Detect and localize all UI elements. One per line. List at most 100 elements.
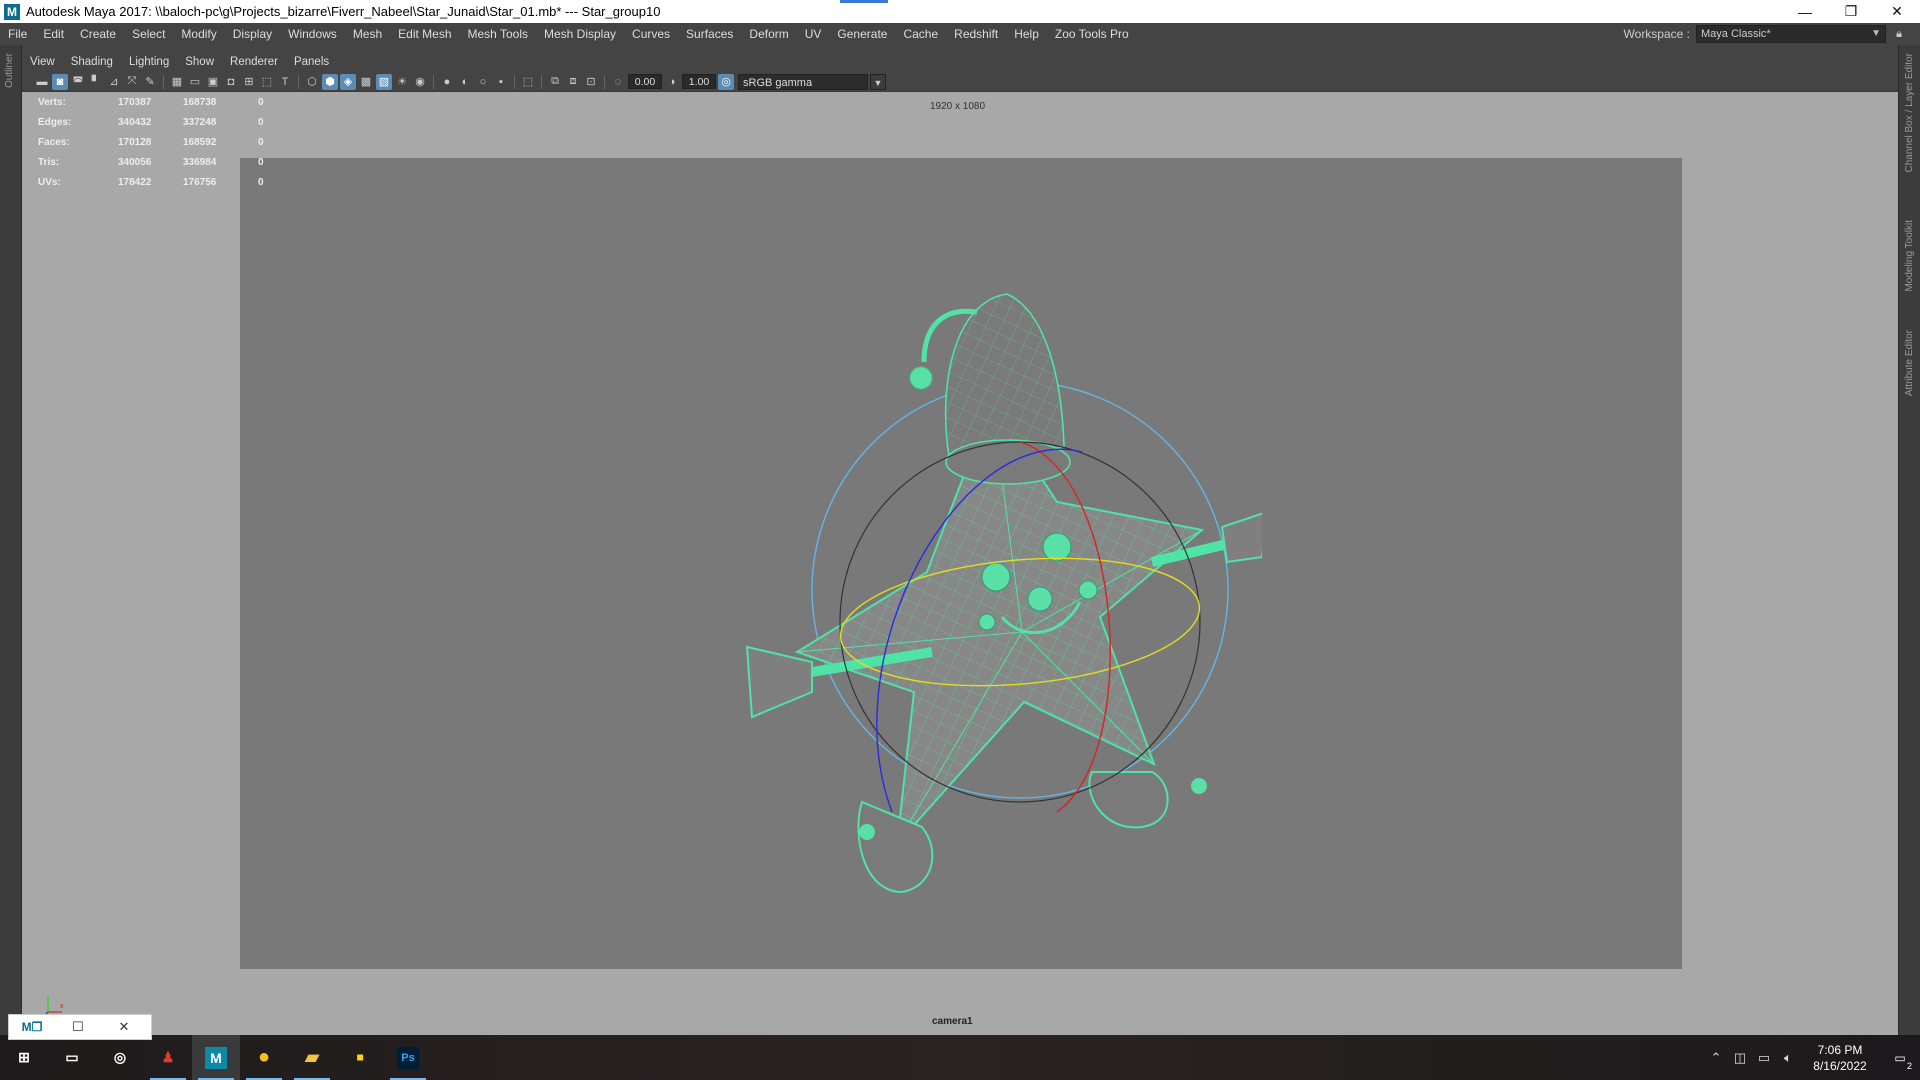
panel-menu-view[interactable]: View xyxy=(22,53,63,72)
panel-menu-panels[interactable]: Panels xyxy=(286,53,337,72)
chevron-down-icon[interactable]: ▼ xyxy=(870,73,886,90)
menu-file[interactable]: File xyxy=(0,23,35,45)
menu-edit[interactable]: Edit xyxy=(35,23,72,45)
svg-text:x: x xyxy=(60,1003,64,1010)
grid-icon[interactable]: ▦ xyxy=(169,74,185,90)
maya-logo-icon[interactable]: M❐ xyxy=(9,1014,55,1040)
xray-joints-icon[interactable]: ⧉ xyxy=(547,74,563,90)
image-plane-icon[interactable]: ⊿ xyxy=(106,74,122,90)
safe-title-icon[interactable]: T xyxy=(277,74,293,90)
attribute-editor-tab[interactable]: Attribute Editor xyxy=(1904,330,1915,396)
gamma-field[interactable]: 1.00 xyxy=(682,74,716,89)
toolbar-separator xyxy=(298,74,299,89)
menu-select[interactable]: Select xyxy=(124,23,173,45)
gamma-icon[interactable]: ◑ xyxy=(664,74,680,90)
star-character-model[interactable] xyxy=(702,272,1262,952)
wireframe-on-shaded-icon[interactable]: ◈ xyxy=(340,73,356,90)
outliner-tab[interactable]: Outliner xyxy=(4,53,15,88)
menu-zoo-tools-pro[interactable]: Zoo Tools Pro xyxy=(1047,23,1137,45)
color-management-icon[interactable]: ◎ xyxy=(718,73,734,90)
menu-modify[interactable]: Modify xyxy=(173,23,224,45)
viewport-persp[interactable]: Verts: 170387 168738 0 Edges: 340432 337… xyxy=(22,92,1898,1035)
menu-help[interactable]: Help xyxy=(1006,23,1047,45)
gate-mask-icon[interactable]: ◘ xyxy=(223,74,239,90)
task-view-button[interactable]: ▭ xyxy=(48,1035,96,1080)
use-all-lights-icon[interactable]: ☀ xyxy=(394,74,410,90)
photoshop-icon: Ps xyxy=(397,1046,419,1069)
hud-label: UVs: xyxy=(38,176,61,188)
maya-window: M Autodesk Maya 2017: \\baloch-pc\g\Proj… xyxy=(0,0,1920,1080)
toolbar-separator xyxy=(604,74,605,89)
modeling-toolkit-tab[interactable]: Modeling Toolkit xyxy=(1904,220,1915,292)
xray-active-icon[interactable]: ⧈ xyxy=(565,74,581,90)
anti-aliasing-icon[interactable]: ○ xyxy=(475,74,491,90)
start-button[interactable]: ⊞ xyxy=(0,1035,48,1080)
exposure-field[interactable]: 0.00 xyxy=(628,74,662,89)
depth-of-field-icon[interactable]: ▪ xyxy=(493,74,509,90)
wireframe-icon[interactable]: ⬡ xyxy=(304,74,320,90)
view-transform-dropdown[interactable]: sRGB gamma xyxy=(738,73,868,90)
menu-windows[interactable]: Windows xyxy=(280,23,345,45)
menu-mesh-tools[interactable]: Mesh Tools xyxy=(460,23,536,45)
lock-icon[interactable]: 🔒︎ xyxy=(1892,27,1906,41)
menu-cache[interactable]: Cache xyxy=(895,23,946,45)
exposure-icon[interactable]: ◌ xyxy=(610,74,626,90)
menu-deform[interactable]: Deform xyxy=(741,23,796,45)
meet-now-icon[interactable]: ◫ xyxy=(1728,1035,1752,1080)
minimize-button[interactable]: — xyxy=(1782,0,1828,23)
panel-menu-show[interactable]: Show xyxy=(177,53,222,72)
clock[interactable]: 7:06 PM 8/16/2022 xyxy=(1800,1042,1880,1074)
taskbar-photoshop[interactable]: Ps xyxy=(384,1035,432,1080)
hud-value: 0 xyxy=(258,156,264,168)
taskbar-file-explorer[interactable]: ▰ xyxy=(288,1035,336,1080)
panel-menu-lighting[interactable]: Lighting xyxy=(121,53,177,72)
motion-blur-icon[interactable]: ◐ xyxy=(457,74,473,90)
field-chart-icon[interactable]: ⊞ xyxy=(241,74,257,90)
menu-redshift[interactable]: Redshift xyxy=(946,23,1006,45)
textured-icon[interactable]: ▩ xyxy=(358,74,374,90)
film-gate-icon[interactable]: ▭ xyxy=(187,74,203,90)
panel-menu-shading[interactable]: Shading xyxy=(63,53,121,72)
select-camera-icon[interactable]: ▬ xyxy=(34,74,50,90)
channel-box-tab[interactable]: Channel Box / Layer Editor xyxy=(1904,53,1915,173)
resolution-gate-icon[interactable]: ▣ xyxy=(205,74,221,90)
taskbar-maya[interactable]: M xyxy=(192,1035,240,1080)
bookmark-camera-icon[interactable]: ◚ xyxy=(70,74,86,90)
network-icon[interactable]: ▭ xyxy=(1752,1035,1776,1080)
taskbar-chrome[interactable]: ● xyxy=(240,1035,288,1080)
chevron-up-icon[interactable]: ⌃ xyxy=(1704,1035,1728,1080)
backface-culling-icon[interactable]: ⊡ xyxy=(583,74,599,90)
2d-pan-zoom-icon[interactable]: ⤧ xyxy=(124,74,140,90)
menu-display[interactable]: Display xyxy=(225,23,280,45)
isolate-select-icon[interactable]: ⬚ xyxy=(520,74,536,90)
close-button[interactable]: ✕ xyxy=(1874,0,1920,23)
restore-button[interactable]: ❐ xyxy=(1828,0,1874,23)
menu-create[interactable]: Create xyxy=(72,23,124,45)
hud-label: Edges: xyxy=(38,116,72,128)
menu-generate[interactable]: Generate xyxy=(829,23,895,45)
notification-center-button[interactable]: ▭ 2 xyxy=(1880,1035,1920,1080)
volume-icon[interactable]: 🔈︎ xyxy=(1776,1035,1800,1080)
menu-uv[interactable]: UV xyxy=(797,23,830,45)
taskbar-sticky-notes[interactable]: ▪ xyxy=(336,1035,384,1080)
safe-action-icon[interactable]: ⬚ xyxy=(259,74,275,90)
close-button[interactable]: ✕ xyxy=(101,1014,147,1040)
camera-attributes-icon[interactable]: ◙ xyxy=(52,73,68,90)
menu-edit-mesh[interactable]: Edit Mesh xyxy=(390,23,459,45)
search-button[interactable]: ◎ xyxy=(96,1035,144,1080)
panel-menu-renderer[interactable]: Renderer xyxy=(222,53,286,72)
menu-surfaces[interactable]: Surfaces xyxy=(678,23,741,45)
ambient-occlusion-icon[interactable]: ● xyxy=(439,74,455,90)
workspace-dropdown[interactable]: Maya Classic* ▼ xyxy=(1696,25,1886,43)
smooth-shade-icon[interactable]: ⬢ xyxy=(322,73,338,90)
shadows-icon[interactable]: ◉ xyxy=(412,74,428,90)
menu-mesh[interactable]: Mesh xyxy=(345,23,390,45)
menu-curves[interactable]: Curves xyxy=(624,23,678,45)
taskbar-app-red[interactable]: ♟ xyxy=(144,1035,192,1080)
maximize-button[interactable]: ☐ xyxy=(55,1014,101,1040)
grease-pencil-icon[interactable]: ✎ xyxy=(142,74,158,90)
xray-icon[interactable]: ▧ xyxy=(376,73,392,90)
hud-row: UVs: 178422 176756 0 xyxy=(38,172,318,192)
menu-mesh-display[interactable]: Mesh Display xyxy=(536,23,624,45)
bookmark-icon[interactable]: ▘ xyxy=(88,74,104,90)
